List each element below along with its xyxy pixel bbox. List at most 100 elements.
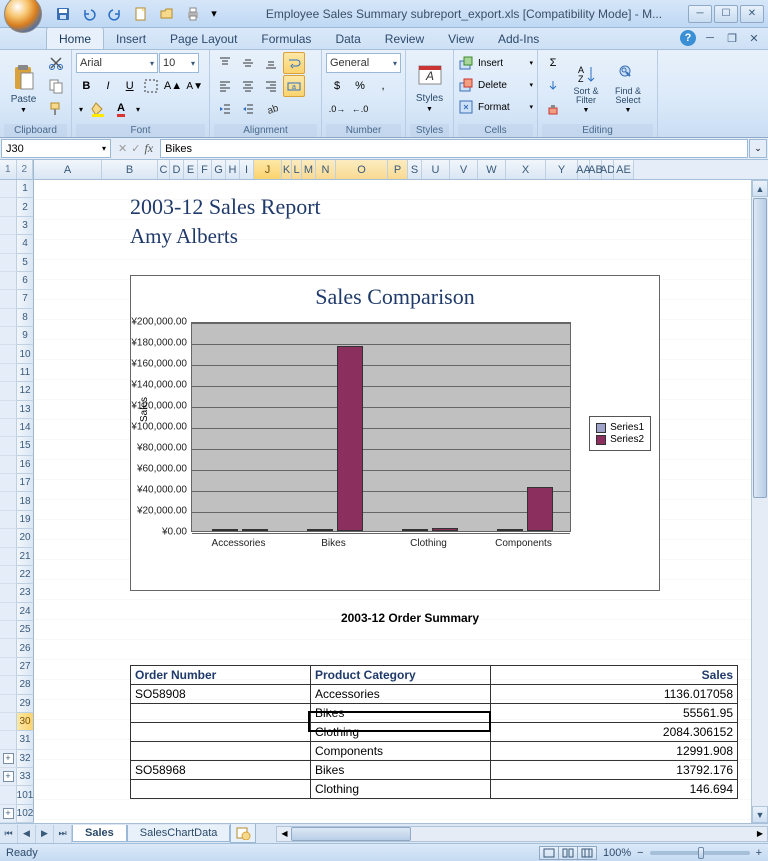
close-button[interactable]: ✕ xyxy=(740,5,764,23)
row-header-101[interactable]: 101 xyxy=(17,786,34,804)
row-header-14[interactable]: 14 xyxy=(17,419,34,437)
row-header-33[interactable]: 33 xyxy=(17,768,34,786)
last-sheet-icon[interactable]: ⏭ xyxy=(54,825,72,843)
row-header-17[interactable]: 17 xyxy=(17,474,34,492)
column-header-B[interactable]: B xyxy=(102,160,158,179)
cell-category[interactable]: Clothing xyxy=(311,723,491,742)
fx-icon[interactable]: fx xyxy=(144,141,153,156)
cell-order[interactable]: SO58908 xyxy=(131,685,311,704)
cell-sales[interactable]: 2084.306152 xyxy=(491,723,738,742)
fill-color-icon[interactable] xyxy=(87,98,109,120)
scroll-right-icon[interactable]: ▶ xyxy=(753,827,767,841)
row-header-29[interactable]: 29 xyxy=(17,695,34,713)
cell-order[interactable] xyxy=(131,780,311,799)
new-icon[interactable] xyxy=(130,3,152,25)
underline-icon[interactable]: U xyxy=(119,75,140,97)
tab-data[interactable]: Data xyxy=(323,28,372,49)
column-header-V[interactable]: V xyxy=(450,160,478,179)
row-header-27[interactable]: 27 xyxy=(17,658,34,676)
expand-formula-bar-icon[interactable]: ⌄ xyxy=(749,139,767,158)
maximize-button[interactable]: ☐ xyxy=(714,5,738,23)
cell-order[interactable]: SO58968 xyxy=(131,761,311,780)
format-painter-icon[interactable] xyxy=(45,98,67,120)
align-middle-icon[interactable] xyxy=(237,52,259,74)
first-sheet-icon[interactable]: ⏮ xyxy=(0,825,18,843)
column-header-AD[interactable]: AD xyxy=(602,160,614,179)
border-icon[interactable] xyxy=(141,75,162,97)
column-header-C[interactable]: C xyxy=(158,160,170,179)
merge-center-icon[interactable]: a xyxy=(283,75,305,97)
align-right-icon[interactable] xyxy=(260,75,282,97)
cell-order[interactable] xyxy=(131,723,311,742)
formula-input[interactable]: Bikes xyxy=(160,139,748,158)
row-header-28[interactable]: 28 xyxy=(17,676,34,694)
autosum-icon[interactable]: Σ xyxy=(542,52,564,74)
column-header-I[interactable]: I xyxy=(240,160,254,179)
qat-dropdown-icon[interactable]: ▾ xyxy=(208,3,220,25)
outline-expand-icon[interactable]: + xyxy=(3,771,14,782)
column-header-S[interactable]: S xyxy=(408,160,422,179)
page-break-view-icon[interactable] xyxy=(577,846,597,860)
align-center-icon[interactable] xyxy=(237,75,259,97)
row-header-1[interactable]: 1 xyxy=(17,180,34,198)
tab-page-layout[interactable]: Page Layout xyxy=(158,28,249,49)
row-header-3[interactable]: 3 xyxy=(17,217,34,235)
fill-icon[interactable] xyxy=(542,75,564,97)
row-header-4[interactable]: 4 xyxy=(17,235,34,253)
align-bottom-icon[interactable] xyxy=(260,52,282,74)
page-layout-view-icon[interactable] xyxy=(558,846,578,860)
row-header-32[interactable]: 32 xyxy=(17,750,34,768)
column-header-N[interactable]: N xyxy=(316,160,336,179)
percent-icon[interactable]: % xyxy=(349,75,371,97)
cell-category[interactable]: Bikes xyxy=(311,761,491,780)
column-header-O[interactable]: O xyxy=(336,160,388,179)
zoom-slider[interactable] xyxy=(650,851,750,855)
styles-button[interactable]: A Styles▼ xyxy=(410,52,449,124)
clear-icon[interactable] xyxy=(542,98,564,120)
open-icon[interactable] xyxy=(156,3,178,25)
row-header-102[interactable]: 102 xyxy=(17,805,34,823)
column-header-A[interactable]: A xyxy=(34,160,102,179)
font-name-combo[interactable]: Arial▾ xyxy=(76,53,158,73)
tab-view[interactable]: View xyxy=(436,28,486,49)
zoom-label[interactable]: 100% xyxy=(603,847,631,859)
prev-sheet-icon[interactable]: ◀ xyxy=(18,825,36,843)
row-header-20[interactable]: 20 xyxy=(17,529,34,547)
cell-order[interactable] xyxy=(131,742,311,761)
column-header-X[interactable]: X xyxy=(506,160,546,179)
cell-category[interactable]: Components xyxy=(311,742,491,761)
new-sheet-icon[interactable] xyxy=(230,824,256,843)
column-header-E[interactable]: E xyxy=(184,160,198,179)
cell-order[interactable] xyxy=(131,704,311,723)
chart[interactable]: Sales Comparison Sales ¥0.00¥20,000.00¥4… xyxy=(130,275,660,591)
row-header-24[interactable]: 24 xyxy=(17,603,34,621)
row-header-11[interactable]: 11 xyxy=(17,364,34,382)
row-header-8[interactable]: 8 xyxy=(17,309,34,327)
column-header-M[interactable]: M xyxy=(302,160,316,179)
help-icon[interactable]: ? xyxy=(680,30,696,46)
tab-home[interactable]: Home xyxy=(46,27,104,49)
grid-area[interactable]: 2003-12 Sales Report Amy Alberts Sales C… xyxy=(34,180,768,823)
align-left-icon[interactable] xyxy=(214,75,236,97)
zoom-out-icon[interactable]: − xyxy=(637,847,643,859)
close-doc-icon[interactable]: ✕ xyxy=(746,30,762,46)
column-header-J[interactable]: J xyxy=(254,160,282,179)
column-header-Y[interactable]: Y xyxy=(546,160,578,179)
cell-category[interactable]: Bikes xyxy=(311,704,491,723)
horizontal-scrollbar[interactable]: ◀ ▶ xyxy=(276,826,768,842)
italic-icon[interactable]: I xyxy=(98,75,119,97)
wrap-text-icon[interactable] xyxy=(283,52,305,74)
tab-review[interactable]: Review xyxy=(373,28,436,49)
row-header-19[interactable]: 19 xyxy=(17,511,34,529)
column-header-U[interactable]: U xyxy=(422,160,450,179)
row-header-5[interactable]: 5 xyxy=(17,254,34,272)
cell-category[interactable]: Clothing xyxy=(311,780,491,799)
format-cells-button[interactable]: Format▾ xyxy=(458,96,533,118)
cancel-formula-icon[interactable]: ✕ xyxy=(118,142,127,155)
cell-category[interactable]: Accessories xyxy=(311,685,491,704)
row-header-12[interactable]: 12 xyxy=(17,382,34,400)
select-all-corner[interactable]: 12 xyxy=(0,160,34,179)
vertical-scrollbar[interactable]: ▲ ▼ xyxy=(751,180,768,823)
orientation-icon[interactable]: ab xyxy=(260,98,282,120)
normal-view-icon[interactable] xyxy=(539,846,559,860)
